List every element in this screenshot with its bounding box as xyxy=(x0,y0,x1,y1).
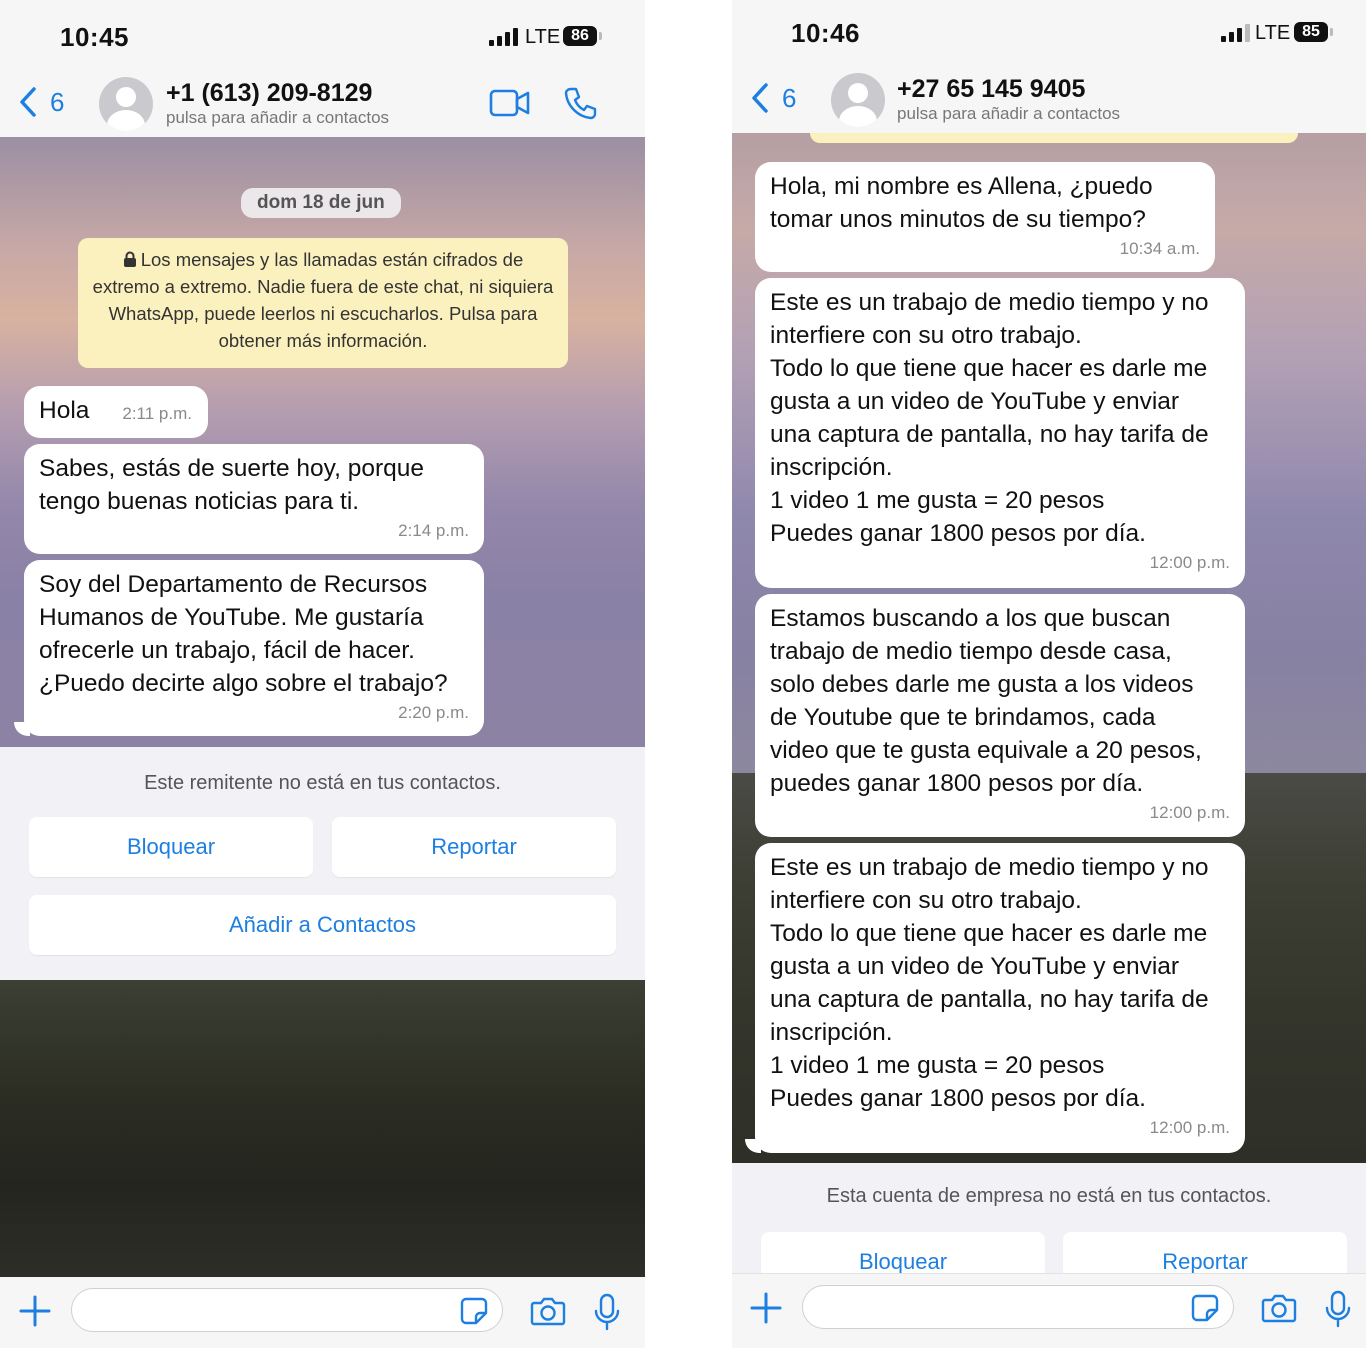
add-contact-button[interactable]: Añadir a Contactos xyxy=(29,895,616,955)
contact-name[interactable]: +1 (613) 209-8129 xyxy=(166,79,372,108)
date-chip: dom 18 de jun xyxy=(241,188,401,218)
unknown-sender-banner: Este remitente no está en tus contactos.… xyxy=(0,747,645,980)
signal-icon xyxy=(489,28,518,46)
back-count: 6 xyxy=(50,86,65,117)
input-bar xyxy=(0,1277,645,1348)
message-text: Sabes, estás de suerte hoy, porque tengo… xyxy=(39,455,424,515)
battery-icon: 86 xyxy=(563,26,602,46)
message-bubble[interactable]: Soy del Departamento de Recursos Humanos… xyxy=(24,560,484,736)
block-button[interactable]: Bloquear xyxy=(29,817,313,877)
report-button[interactable]: Reportar xyxy=(1063,1232,1347,1275)
message-time: 2:14 p.m. xyxy=(398,521,469,540)
message-bubble[interactable]: Estamos buscando a los que buscan trabaj… xyxy=(755,594,1245,837)
message-time: 12:00 p.m. xyxy=(1149,803,1230,822)
status-bar: 10:45 LTE 86 xyxy=(0,0,645,70)
message-time: 2:20 p.m. xyxy=(398,703,469,722)
video-call-icon[interactable] xyxy=(489,88,531,118)
sticker-icon[interactable] xyxy=(460,1297,488,1325)
chat-area: Hola, mi nombre es Allena, ¿puedo tomar … xyxy=(732,133,1366,1163)
banner-text: Este remitente no está en tus contactos. xyxy=(144,772,501,794)
message-text: Este es un trabajo de medio tiempo y no … xyxy=(770,289,1209,547)
avatar-icon[interactable] xyxy=(99,77,153,131)
phone-icon[interactable] xyxy=(564,86,598,120)
back-count: 6 xyxy=(782,82,797,113)
microphone-icon[interactable] xyxy=(1324,1290,1352,1328)
block-button[interactable]: Bloquear xyxy=(761,1232,1045,1275)
chat-header: 6 +1 (613) 209-8129 pulsa para añadir a … xyxy=(0,72,645,138)
report-button[interactable]: Reportar xyxy=(332,817,616,877)
chat-area: dom 18 de jun Los mensajes y las llamada… xyxy=(0,137,645,1277)
back-button[interactable]: 6 xyxy=(750,82,796,114)
microphone-icon[interactable] xyxy=(593,1293,621,1331)
message-bubble[interactable]: Este es un trabajo de medio tiempo y no … xyxy=(755,843,1245,1153)
message-text: Hola xyxy=(39,397,90,424)
right-phone-screen: 10:46 LTE 85 6 +27 65 145 9405 pulsa par… xyxy=(732,0,1366,1348)
battery-icon: 85 xyxy=(1294,22,1333,42)
encryption-notice-text: Los mensajes y las llamadas están cifrad… xyxy=(92,249,554,351)
camera-icon[interactable] xyxy=(1261,1293,1297,1323)
chat-header: 6 +27 65 145 9405 pulsa para añadir a co… xyxy=(732,68,1366,134)
signal-icon xyxy=(1221,24,1250,42)
message-text: Este es un trabajo de medio tiempo y no … xyxy=(770,854,1209,1112)
message-time: 12:00 p.m. xyxy=(1149,553,1230,572)
message-text: Estamos buscando a los que buscan trabaj… xyxy=(770,605,1202,797)
network-type: LTE xyxy=(525,26,561,48)
chevron-left-icon xyxy=(20,87,36,117)
encryption-notice[interactable]: Los mensajes y las llamadas están cifrad… xyxy=(78,238,568,368)
left-phone-screen: 10:45 LTE 86 6 +1 (613) 209-8129 pulsa p… xyxy=(0,0,645,1348)
contact-subtitle[interactable]: pulsa para añadir a contactos xyxy=(897,104,1120,124)
message-text: Soy del Departamento de Recursos Humanos… xyxy=(39,571,448,697)
message-text: Hola, mi nombre es Allena, ¿puedo tomar … xyxy=(770,173,1153,233)
message-input[interactable] xyxy=(71,1288,503,1332)
message-bubble[interactable]: Sabes, estás de suerte hoy, porque tengo… xyxy=(24,444,484,554)
message-input[interactable] xyxy=(802,1285,1234,1329)
business-account-banner: Esta cuenta de empresa no está en tus co… xyxy=(732,1163,1366,1275)
message-time: 2:11 p.m. xyxy=(122,404,192,423)
message-time: 10:34 a.m. xyxy=(1119,239,1200,258)
message-bubble[interactable]: Este es un trabajo de medio tiempo y no … xyxy=(755,278,1245,588)
status-bar: 10:46 LTE 85 xyxy=(732,0,1366,70)
plus-icon[interactable] xyxy=(19,1295,51,1327)
message-time: 12:00 p.m. xyxy=(1149,1118,1230,1137)
status-time: 10:45 xyxy=(60,22,129,52)
contact-subtitle[interactable]: pulsa para añadir a contactos xyxy=(166,108,389,128)
input-bar xyxy=(732,1273,1366,1348)
back-button[interactable]: 6 xyxy=(18,86,64,118)
network-type: LTE xyxy=(1255,22,1291,44)
avatar-icon[interactable] xyxy=(831,73,885,127)
chevron-left-icon xyxy=(752,83,768,113)
status-time: 10:46 xyxy=(791,18,860,48)
message-bubble[interactable]: Hola 2:11 p.m. xyxy=(24,386,208,438)
camera-icon[interactable] xyxy=(530,1296,566,1326)
contact-name[interactable]: +27 65 145 9405 xyxy=(897,75,1085,104)
banner-text: Esta cuenta de empresa no está en tus co… xyxy=(826,1185,1272,1207)
lock-icon xyxy=(123,251,136,267)
plus-icon[interactable] xyxy=(750,1292,782,1324)
sticker-icon[interactable] xyxy=(1191,1294,1219,1322)
message-bubble[interactable]: Hola, mi nombre es Allena, ¿puedo tomar … xyxy=(755,162,1215,272)
